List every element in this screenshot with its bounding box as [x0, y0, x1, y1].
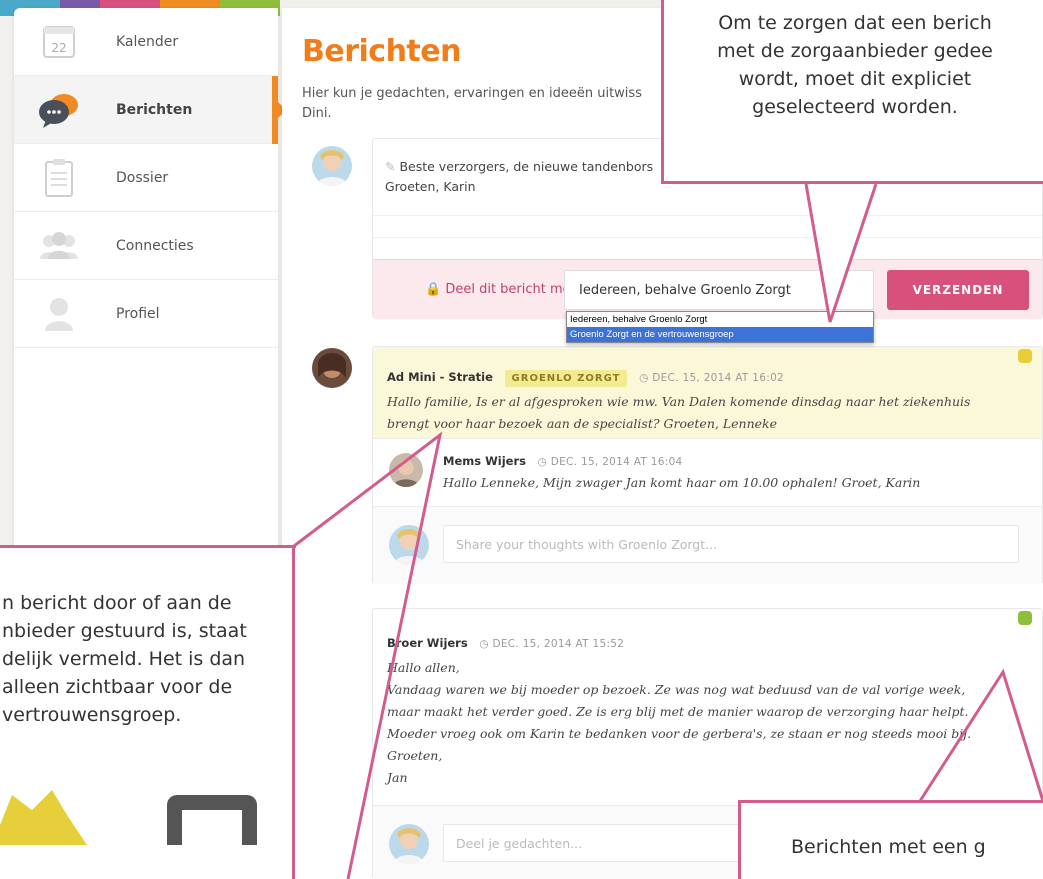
callout-border	[0, 545, 296, 548]
callout-pointers	[293, 183, 1043, 879]
